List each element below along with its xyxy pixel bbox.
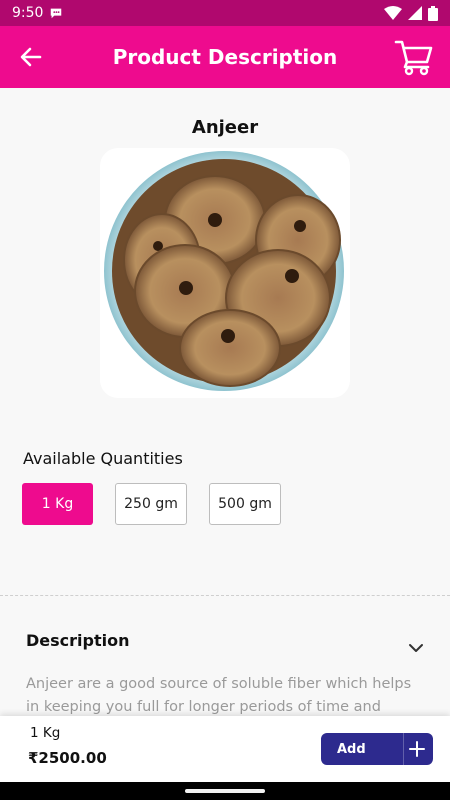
product-image [100, 148, 350, 398]
divider [0, 595, 450, 596]
dried-figs-bowl-image [104, 151, 344, 391]
quantity-option-500gm[interactable]: 500 gm [209, 483, 281, 525]
cart-bar: 1 Kg ₹2500.00 Add [0, 716, 450, 782]
signal-icon [408, 6, 422, 20]
quantity-option-250gm[interactable]: 250 gm [115, 483, 187, 525]
description-title: Description [26, 631, 130, 650]
cart-icon[interactable] [394, 38, 434, 76]
add-button-label: Add [337, 741, 366, 757]
price: ₹2500.00 [28, 749, 107, 767]
available-quantities-label: Available Quantities [23, 449, 183, 468]
add-button-separator [403, 733, 404, 765]
product-name: Anjeer [191, 117, 259, 138]
add-to-cart-button[interactable]: Add [321, 733, 433, 765]
message-notification-icon [51, 8, 62, 19]
home-gesture-handle[interactable] [185, 789, 265, 793]
app-bar: Product Description [0, 26, 450, 88]
back-arrow-icon[interactable] [18, 44, 44, 70]
quantity-option-1kg[interactable]: 1 Kg [22, 483, 93, 525]
battery-icon [428, 5, 438, 21]
wifi-icon [384, 6, 402, 20]
plus-icon[interactable] [407, 739, 427, 759]
status-bar: 9:50 [0, 0, 450, 26]
selected-quantity: 1 Kg [30, 725, 61, 741]
page-title: Product Description [112, 45, 338, 69]
system-navigation-bar [0, 782, 450, 800]
status-time: 9:50 [12, 5, 44, 21]
chevron-down-icon[interactable] [408, 642, 424, 654]
